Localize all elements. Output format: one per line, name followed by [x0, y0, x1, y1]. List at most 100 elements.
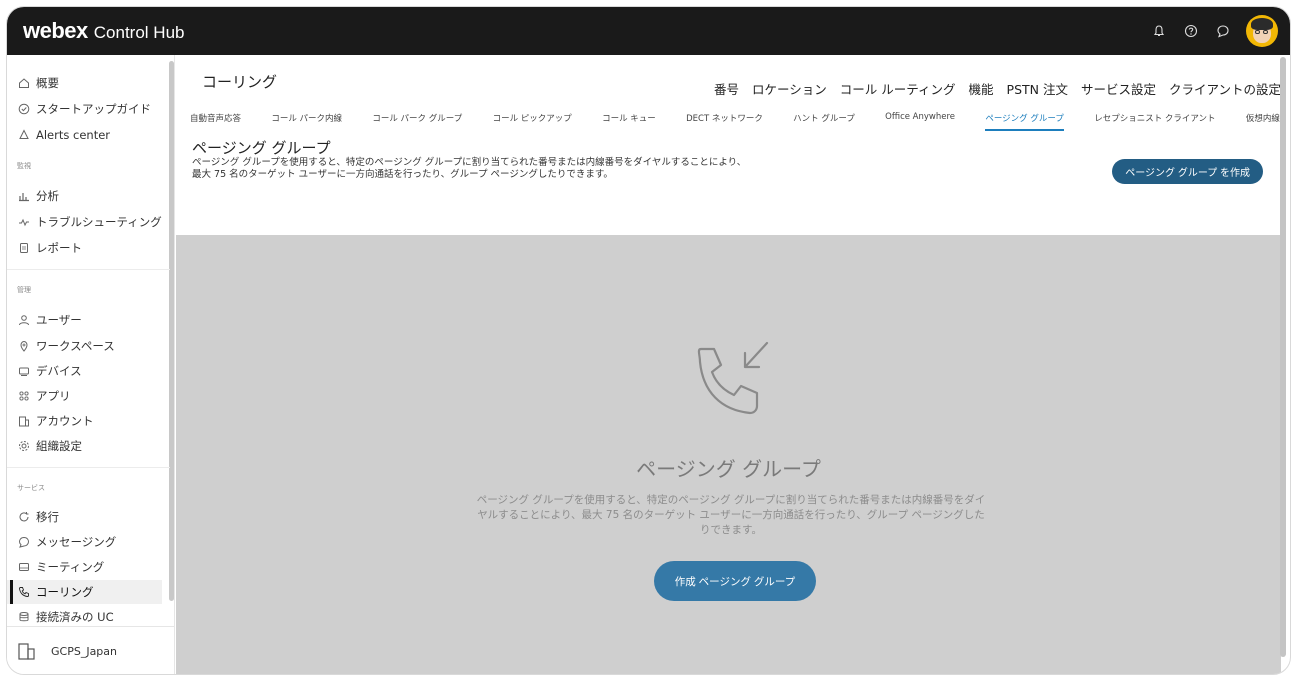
sidebar-item-reports[interactable]: レポート: [17, 237, 82, 259]
sidebar-item-overview[interactable]: 概要: [17, 72, 59, 94]
org-switcher[interactable]: GCPS_Japan: [7, 626, 175, 674]
sidebar-item-label: トラブルシューティング: [36, 215, 162, 229]
avatar-glasses-right: [1263, 30, 1268, 34]
sidebar-item-analytics[interactable]: 分析: [17, 185, 59, 207]
sidebar-item-label: ミーティング: [36, 560, 105, 574]
help-icon[interactable]: [1182, 22, 1200, 40]
check-circle-icon: [17, 102, 31, 116]
empty-state: ページング グループ ページング グループを使用すると、特定のページング グルー…: [176, 235, 1281, 674]
sidebar-item-account[interactable]: アカウント: [17, 410, 94, 432]
subtab-call-pickup[interactable]: コール ピックアップ: [493, 112, 572, 131]
app-window: webex Control Hub 概要 スタートアップガイド Alerts c…: [6, 6, 1291, 675]
sidebar-item-label: ユーザー: [36, 313, 82, 327]
meeting-icon: [17, 560, 31, 574]
pulse-icon: [17, 215, 31, 229]
subtab-hunt-group[interactable]: ハント グループ: [793, 112, 855, 131]
brand-main: webex: [23, 18, 88, 43]
tab-features[interactable]: 機能: [969, 79, 994, 98]
chat-icon[interactable]: [1214, 22, 1232, 40]
sidebar: 概要 スタートアップガイド Alerts center 監視 分析 トラブルシュ…: [7, 55, 175, 674]
sidebar-item-label: 組織設定: [36, 439, 82, 453]
sidebar-item-label: 移行: [36, 510, 59, 524]
subtab-office-anywhere[interactable]: Office Anywhere: [885, 112, 955, 131]
sidebar-item-calling[interactable]: コーリング: [17, 581, 94, 603]
location-icon: [17, 339, 31, 353]
subtab-receptionist-client[interactable]: レセプショニスト クライアント: [1094, 112, 1215, 131]
tab-client-settings[interactable]: クライアントの設定: [1169, 79, 1281, 98]
bar-chart-icon: [17, 189, 31, 203]
sidebar-item-connected-uc[interactable]: 接続済みの UC: [17, 606, 114, 628]
subtab-call-park-extension[interactable]: コール パーク内線: [271, 112, 342, 131]
home-icon: [17, 76, 31, 90]
building-icon: [17, 641, 39, 663]
tab-locations[interactable]: ロケーション: [752, 79, 827, 98]
sidebar-item-devices[interactable]: デバイス: [17, 360, 82, 382]
refresh-icon: [17, 510, 31, 524]
sidebar-item-users[interactable]: ユーザー: [17, 309, 82, 331]
section-title: ページング グループ: [192, 139, 331, 157]
sidebar-divider: [7, 269, 170, 270]
building-icon: [17, 414, 31, 428]
gear-icon: [17, 439, 31, 453]
sidebar-item-migration[interactable]: 移行: [17, 506, 59, 528]
feature-sub-tabs: 自動音声応答 コール パーク内線 コール パーク グループ コール ピックアップ…: [190, 112, 1280, 131]
phone-icon: [17, 585, 31, 599]
report-icon: [17, 241, 31, 255]
sidebar-item-messaging[interactable]: メッセージング: [17, 531, 116, 553]
sidebar-section-manage: 管理: [17, 286, 31, 294]
sidebar-item-org-settings[interactable]: 組織設定: [17, 435, 82, 457]
subtab-auto-attendant[interactable]: 自動音声応答: [190, 112, 241, 131]
create-paging-group-primary-button[interactable]: 作成 ページング グループ: [654, 561, 816, 601]
subtab-paging-group[interactable]: ページング グループ: [985, 112, 1064, 131]
bell-icon[interactable]: [1150, 22, 1168, 40]
sidebar-item-label: 分析: [36, 189, 59, 203]
avatar-glasses-left: [1255, 30, 1260, 34]
device-icon: [17, 364, 31, 378]
top-tabs: 番号 ロケーション コール ルーティング 機能 PSTN 注文 サービス設定 ク…: [714, 79, 1281, 98]
sidebar-item-label: 接続済みの UC: [36, 610, 114, 624]
main-scrollbar[interactable]: [1280, 57, 1286, 657]
subtab-call-queue[interactable]: コール キュー: [602, 112, 656, 131]
sidebar-item-label: メッセージング: [36, 535, 117, 549]
top-bar: webex Control Hub: [7, 7, 1290, 55]
sidebar-item-startup-guide[interactable]: スタートアップガイド: [17, 98, 151, 120]
tab-pstn-orders[interactable]: PSTN 注文: [1007, 79, 1068, 98]
database-icon: [17, 610, 31, 624]
sidebar-item-apps[interactable]: アプリ: [17, 385, 71, 407]
tab-call-routing[interactable]: コール ルーティング: [840, 79, 956, 98]
org-name: GCPS_Japan: [51, 645, 117, 658]
apps-icon: [17, 389, 31, 403]
tab-numbers[interactable]: 番号: [714, 79, 739, 98]
sidebar-item-label: レポート: [36, 241, 82, 255]
sidebar-item-alerts-center[interactable]: Alerts center: [17, 124, 110, 146]
brand-logo[interactable]: webex Control Hub: [23, 18, 184, 44]
sidebar-active-indicator: [10, 580, 13, 604]
sidebar-item-label: アプリ: [36, 389, 71, 403]
sidebar-scrollbar[interactable]: [169, 61, 174, 601]
subtab-virtual-extension[interactable]: 仮想内線: [1246, 112, 1280, 131]
top-icons: [1150, 15, 1278, 47]
sidebar-item-workspaces[interactable]: ワークスペース: [17, 335, 115, 357]
bell-icon: [17, 128, 31, 142]
sidebar-item-label: Alerts center: [36, 128, 111, 142]
sidebar-item-label: ワークスペース: [36, 339, 115, 353]
brand-sub: Control Hub: [93, 23, 185, 42]
subtab-dect-network[interactable]: DECT ネットワーク: [686, 112, 763, 131]
sidebar-divider: [7, 467, 170, 468]
chat-icon: [17, 535, 31, 549]
empty-state-description: ページング グループを使用すると、特定のページング グループに割り当てられた番号…: [476, 494, 986, 536]
sidebar-item-label: 概要: [36, 76, 59, 90]
avatar[interactable]: [1246, 15, 1278, 47]
empty-state-title: ページング グループ: [636, 457, 821, 481]
sidebar-section-services: サービス: [17, 484, 45, 492]
sidebar-item-label: アカウント: [36, 414, 94, 428]
sidebar-item-troubleshooting[interactable]: トラブルシューティング: [17, 211, 162, 233]
tab-service-settings[interactable]: サービス設定: [1081, 79, 1156, 98]
sidebar-item-label: コーリング: [36, 585, 94, 599]
create-paging-group-button[interactable]: ページング グループ を作成: [1112, 159, 1263, 184]
subtab-call-park-group[interactable]: コール パーク グループ: [372, 112, 462, 131]
avatar-hair: [1251, 18, 1273, 30]
sidebar-item-label: スタートアップガイド: [36, 102, 151, 116]
sidebar-item-meetings[interactable]: ミーティング: [17, 556, 104, 578]
page-title: コーリング: [202, 73, 278, 91]
